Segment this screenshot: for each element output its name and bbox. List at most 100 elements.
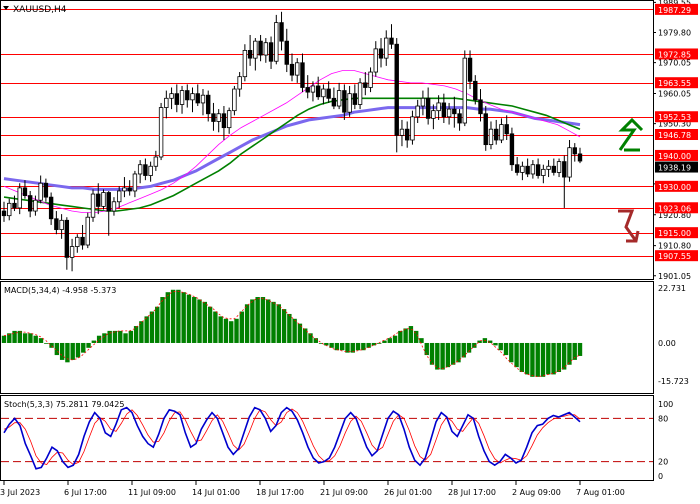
candle-body [253,40,258,59]
candle [54,211,59,235]
candle-body [331,97,337,107]
candle-body [467,57,473,82]
candle-body [389,37,394,45]
macd-bar [292,318,297,343]
candle-body [164,97,169,108]
candle-body [410,116,415,141]
macd-bar [324,342,329,346]
candle-body [504,124,509,135]
macd-bar [33,335,38,343]
candle [415,99,420,124]
candle-body [535,164,541,176]
candle [404,121,410,148]
macd-bar [355,342,361,351]
time-tick-label: 21 Jul 09:00 [320,488,368,497]
macd-bar [28,333,33,343]
macd-tick-label: 22.731 [658,284,686,293]
candle-body [132,173,138,192]
candle-body [127,187,132,192]
time-axis: 3 Jul 2023 6 Jul 17:00 11 Jul 09:00 14 Jul … [0,481,625,497]
candle [300,53,305,93]
macd-bar [387,338,392,343]
candle-body [27,195,33,212]
candle-body [148,165,153,176]
candle-body [551,165,557,173]
price-tick-label: 1910.80 [658,242,691,251]
current-price-tag: 1938.19 [655,161,698,173]
candle-body [279,22,284,42]
macd-bar [155,306,160,343]
candle-body [153,156,159,167]
candle-body [546,165,551,170]
candle [48,192,54,225]
macd-bar [70,342,75,360]
candle [520,161,525,181]
candle-body [473,80,478,101]
candle-body [425,97,431,119]
level-tag-label: 1963.55 [658,79,691,88]
candle [541,164,546,184]
candle-body [431,110,436,119]
price-axis: 1989.551979.801970.051960.051950.301930.… [653,0,691,281]
candle-body [174,93,179,105]
candle [237,72,242,97]
macd-bar [244,304,250,343]
candle [153,150,159,171]
level-tag-label: 1907.55 [658,252,691,261]
candle-body [562,161,567,178]
sell-arrow [618,209,640,243]
candle [59,214,64,239]
macd-title: MACD(5,34,4) -4.958 -5.373 [4,286,116,295]
candle [326,81,331,103]
level-tag-label: 1915.00 [658,229,691,238]
candle-body [289,63,295,76]
candle [363,72,368,96]
candle [148,161,153,182]
candle-body [514,164,520,173]
candle-body [300,62,305,88]
macd-bar [223,318,229,343]
macd-bar [176,289,181,343]
candle [336,82,342,110]
candle-body [520,165,525,173]
macd-bar [419,338,424,343]
candle [478,89,483,122]
candle [305,75,310,99]
candle-body [75,236,80,247]
candle [232,85,237,116]
candle [525,158,530,178]
level-tag: 1946.78 [655,129,698,141]
candle-body [137,164,143,175]
price-tick-label: 1979.80 [658,29,691,38]
candle [143,158,148,181]
candle [258,34,263,62]
candle-body [572,147,577,155]
macd-bar [334,342,340,351]
candle [289,53,295,82]
candle [179,85,185,114]
candle-body [274,22,279,62]
candle [509,127,515,171]
macd-bar [75,342,81,358]
level-tag: 1952.53 [655,111,698,123]
candle [352,84,358,110]
macd-bar [514,342,519,368]
candle [106,190,111,236]
symbol-label: XAUUSD,H4 [13,5,67,15]
macd-bar [530,342,535,377]
macd-bar [440,342,445,370]
candle-body [499,124,504,141]
level-tags: 1987.29 1972.85 1963.55 1952.53 1946.78 1940.… [655,3,698,262]
level-tag: 1940.00 [655,149,698,161]
candle-body [525,165,530,175]
level-tag-label: 1972.85 [658,50,691,59]
candle-body [43,182,49,198]
level-tag: 1963.55 [655,77,698,89]
time-tick-label: 3 Jul 2023 [0,488,40,497]
candle-body [494,128,499,141]
macd-bar [160,297,165,343]
macd-bar [450,342,456,365]
candle [425,87,431,125]
candle [263,38,269,63]
macd-bar [287,313,292,343]
